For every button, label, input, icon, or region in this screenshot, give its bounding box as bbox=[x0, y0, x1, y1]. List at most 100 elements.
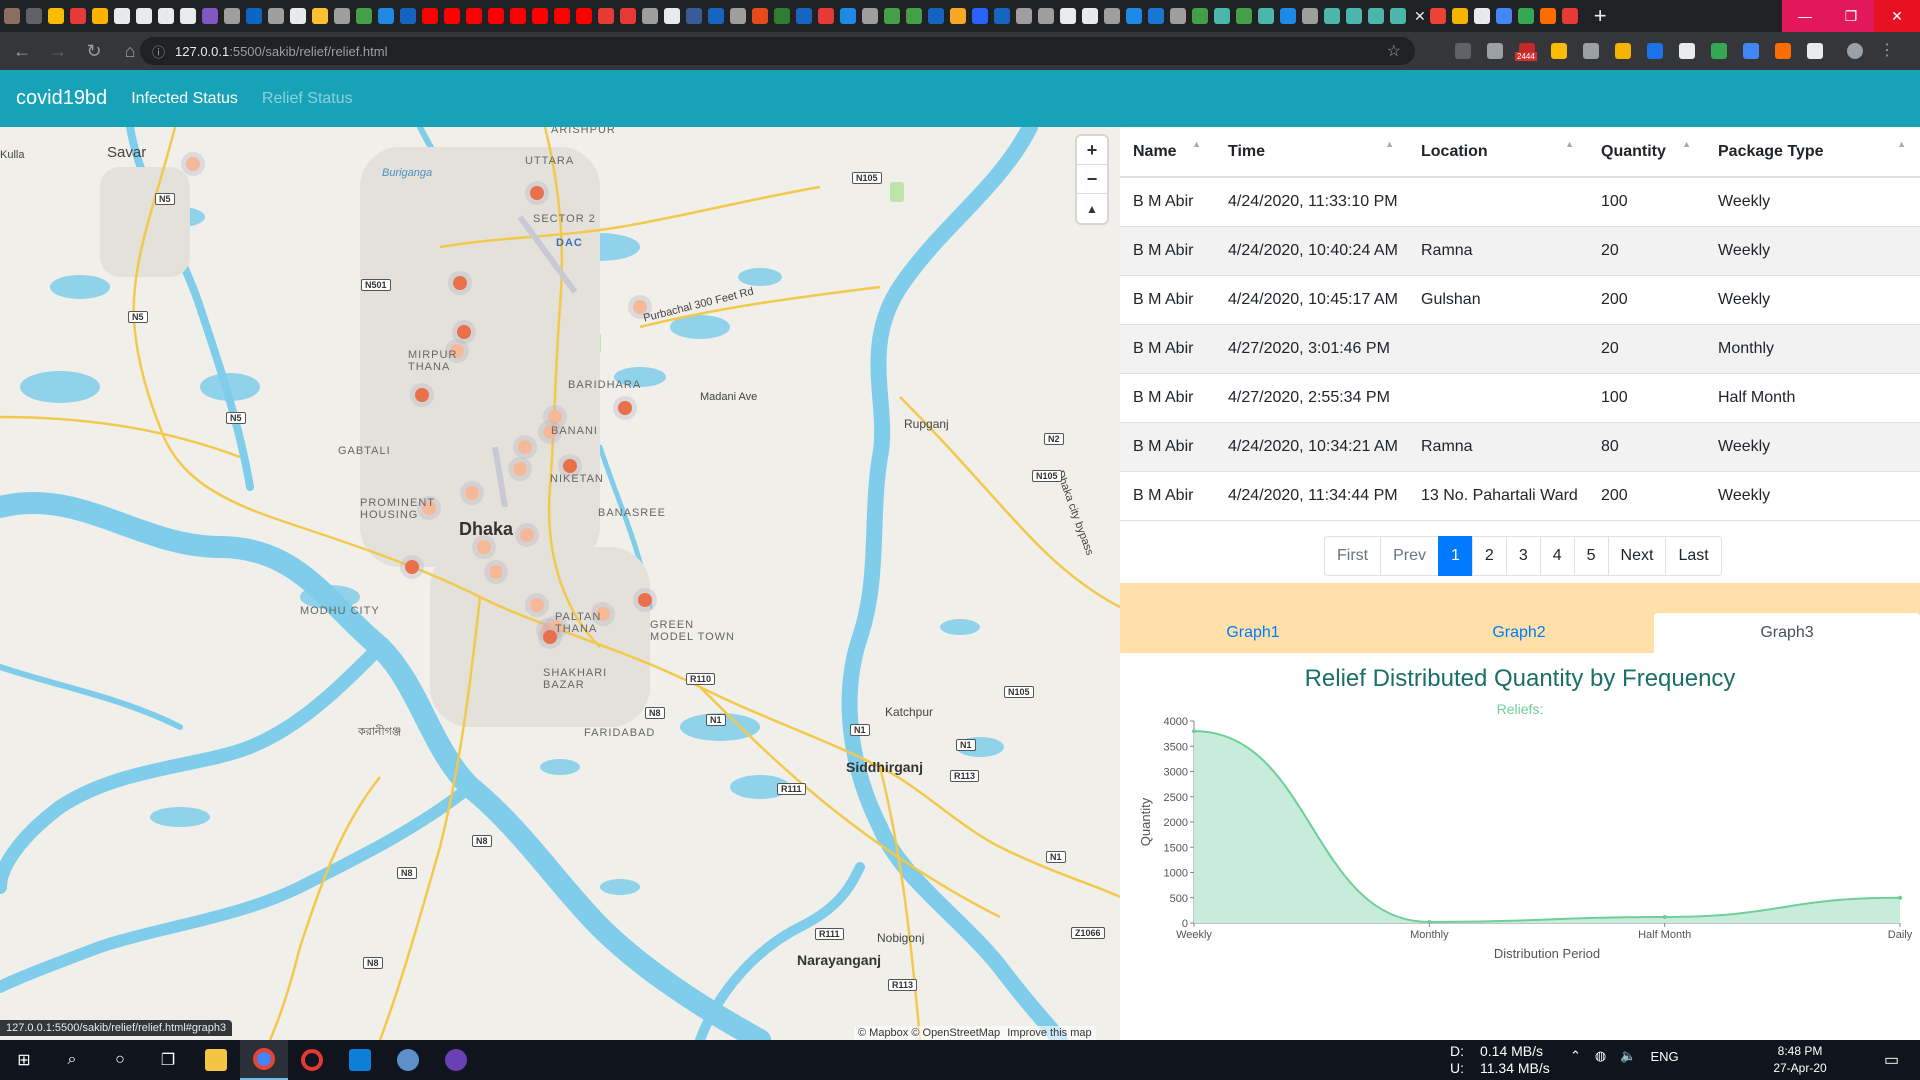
volume-icon[interactable]: 🔈 bbox=[1620, 1048, 1636, 1064]
browser-tab[interactable] bbox=[1214, 8, 1230, 24]
browser-tab[interactable] bbox=[1302, 8, 1318, 24]
mail-extension-icon[interactable]: 2444 bbox=[1515, 43, 1537, 61]
improve-map-link[interactable]: Improve this map bbox=[1007, 1027, 1091, 1039]
extension-icon[interactable] bbox=[1583, 43, 1599, 59]
back-icon[interactable]: ← bbox=[8, 37, 36, 65]
sort-icon[interactable]: ▲ bbox=[1682, 139, 1691, 149]
vscode-icon[interactable] bbox=[336, 1040, 384, 1080]
browser-tab[interactable] bbox=[510, 8, 526, 24]
browser-tab[interactable] bbox=[158, 8, 174, 24]
page-button[interactable]: First bbox=[1324, 536, 1382, 576]
browser-tab[interactable] bbox=[796, 8, 812, 24]
table-row[interactable]: B M Abir 4/27/2020, 3:01:46 PM 20 Monthly bbox=[1120, 324, 1920, 374]
browser-tab[interactable] bbox=[818, 8, 834, 24]
browser-tab[interactable] bbox=[1280, 8, 1296, 24]
attribution-text[interactable]: © Mapbox © OpenStreetMap bbox=[858, 1027, 1000, 1039]
table-row[interactable]: B M Abir 4/24/2020, 11:34:44 PM 13 No. Pah… bbox=[1120, 471, 1920, 521]
data-point[interactable] bbox=[1192, 729, 1196, 734]
tab-graph2[interactable]: Graph2 bbox=[1386, 613, 1652, 653]
chevron-up-icon[interactable]: ⌃ bbox=[1570, 1048, 1581, 1064]
relief-marker[interactable] bbox=[513, 462, 527, 476]
browser-tab[interactable] bbox=[444, 8, 460, 24]
browser-tab[interactable] bbox=[246, 8, 262, 24]
relief-marker[interactable] bbox=[415, 388, 429, 402]
extension-icon[interactable] bbox=[1551, 43, 1567, 59]
extension-icon[interactable] bbox=[1647, 43, 1663, 59]
tab-graph3[interactable]: Graph3 bbox=[1654, 613, 1920, 653]
qbittorrent-icon[interactable] bbox=[384, 1040, 432, 1080]
browser-tab[interactable] bbox=[1016, 8, 1032, 24]
relief-marker[interactable] bbox=[638, 593, 652, 607]
browser-tab[interactable] bbox=[576, 8, 592, 24]
browser-tab[interactable] bbox=[1539, 8, 1556, 24]
browser-tab[interactable] bbox=[70, 8, 86, 24]
page-button[interactable]: Last bbox=[1665, 536, 1722, 576]
extension-icon[interactable] bbox=[1807, 43, 1823, 59]
tab-graph1[interactable]: Graph1 bbox=[1120, 613, 1386, 653]
browser-tab[interactable] bbox=[378, 8, 394, 24]
browser-tab[interactable] bbox=[1126, 8, 1142, 24]
page-button[interactable]: 3 bbox=[1505, 536, 1541, 576]
table-row[interactable]: B M Abir 4/24/2020, 10:45:17 AM Gulshan 200… bbox=[1120, 275, 1920, 325]
browser-tab[interactable] bbox=[774, 8, 790, 24]
extension-icon[interactable] bbox=[1615, 43, 1631, 59]
browser-tab[interactable] bbox=[26, 8, 42, 24]
page-button[interactable]: 4 bbox=[1539, 536, 1575, 576]
table-row[interactable]: B M Abir 4/27/2020, 2:55:34 PM 100 Half Mon… bbox=[1120, 373, 1920, 423]
browser-tab[interactable] bbox=[1495, 8, 1512, 24]
browser-tab[interactable] bbox=[950, 8, 966, 24]
browser-tab[interactable] bbox=[48, 8, 64, 24]
language-indicator[interactable]: ENG bbox=[1650, 1049, 1678, 1064]
search-icon[interactable]: ⌕ bbox=[48, 1040, 96, 1080]
zoom-out-button[interactable]: − bbox=[1077, 165, 1107, 194]
browser-tab[interactable] bbox=[708, 8, 724, 24]
browser-tab[interactable] bbox=[224, 8, 240, 24]
browser-tab[interactable] bbox=[1236, 8, 1252, 24]
relief-marker[interactable] bbox=[453, 276, 467, 290]
browser-tab[interactable] bbox=[884, 8, 900, 24]
browser-tab[interactable] bbox=[4, 8, 20, 24]
column-header[interactable]: Location ▲ bbox=[1408, 127, 1588, 178]
extension-icon[interactable] bbox=[1679, 43, 1695, 59]
browser-tab[interactable] bbox=[1038, 8, 1054, 24]
browser-tab[interactable] bbox=[928, 8, 944, 24]
browser-tab[interactable] bbox=[356, 8, 372, 24]
browser-tab[interactable] bbox=[1104, 8, 1120, 24]
browser-tab[interactable] bbox=[1517, 8, 1534, 24]
browser-tab[interactable] bbox=[752, 8, 768, 24]
browser-tab[interactable] bbox=[290, 8, 306, 24]
forward-icon[interactable]: → bbox=[44, 37, 72, 65]
sort-icon[interactable]: ▲ bbox=[1897, 139, 1906, 149]
task-view-icon[interactable]: ❐ bbox=[144, 1040, 192, 1080]
minimize-button[interactable]: — bbox=[1782, 0, 1828, 32]
browser-tab[interactable] bbox=[906, 8, 922, 24]
browser-tab[interactable] bbox=[1561, 8, 1578, 24]
browser-tab[interactable] bbox=[862, 8, 878, 24]
browser-tab[interactable] bbox=[1368, 8, 1384, 24]
address-bar[interactable]: ⓘ 127.0.0.1:5500/sakib/relief/relief.htm… bbox=[140, 37, 1415, 65]
browser-tab[interactable] bbox=[268, 8, 284, 24]
browser-tab[interactable] bbox=[180, 8, 196, 24]
file-explorer-icon[interactable] bbox=[192, 1040, 240, 1080]
brand-logo[interactable]: covid19bd bbox=[16, 87, 107, 110]
relief-marker[interactable] bbox=[186, 157, 200, 171]
relief-marker[interactable] bbox=[489, 565, 503, 579]
bookmark-star-icon[interactable]: ☆ bbox=[1387, 41, 1401, 61]
extension-icon[interactable] bbox=[1743, 43, 1759, 59]
chrome-icon[interactable] bbox=[240, 1040, 288, 1080]
column-header[interactable]: Name ▲ bbox=[1120, 127, 1215, 178]
cortana-icon[interactable]: ○ bbox=[96, 1040, 144, 1080]
relief-marker[interactable] bbox=[618, 401, 632, 415]
browser-tab[interactable] bbox=[400, 8, 416, 24]
browser-tab[interactable] bbox=[1148, 8, 1164, 24]
relief-marker[interactable] bbox=[530, 598, 544, 612]
map[interactable]: Savar Kulla ARISHPUR UTTARA Buriganga SE… bbox=[0, 127, 1120, 1040]
relief-marker[interactable] bbox=[465, 486, 479, 500]
page-button[interactable]: 2 bbox=[1471, 536, 1507, 576]
table-row[interactable]: B M Abir 4/24/2020, 10:34:21 AM Ramna 80 Wee… bbox=[1120, 422, 1920, 472]
browser-tab[interactable] bbox=[664, 8, 680, 24]
data-point[interactable] bbox=[1662, 914, 1667, 919]
sort-icon[interactable]: ▲ bbox=[1192, 139, 1201, 149]
browser-tab[interactable] bbox=[1346, 8, 1362, 24]
browser-tab[interactable] bbox=[114, 8, 130, 24]
